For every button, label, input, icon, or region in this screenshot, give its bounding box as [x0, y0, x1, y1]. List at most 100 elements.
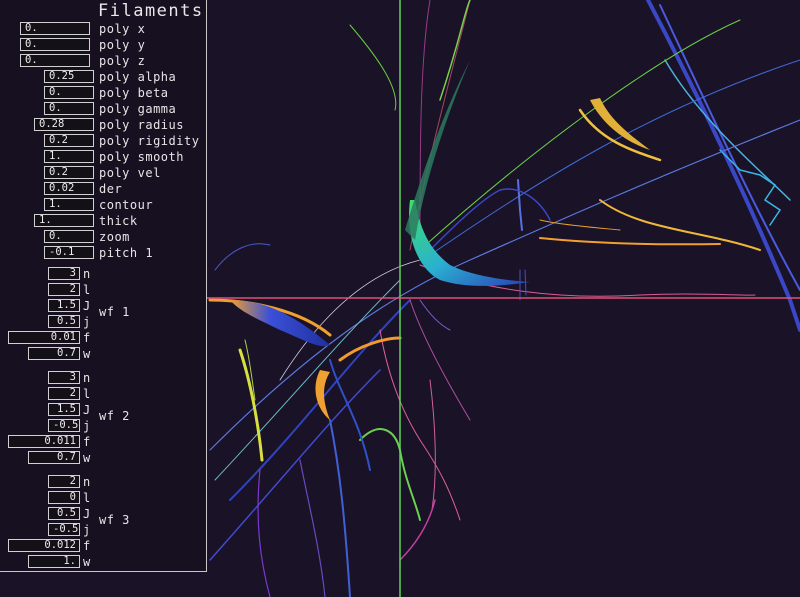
param-label: poly alpha	[99, 70, 177, 84]
wf1-param-j: 0.5 j	[0, 314, 100, 330]
param-label: j	[83, 315, 91, 329]
param-value-field[interactable]: 0.02	[44, 182, 94, 195]
wf1-param-f: 0.01 f	[0, 330, 100, 346]
wf3-param-w: 1. w	[0, 554, 100, 570]
param-label: n	[83, 267, 91, 281]
param-label: poly y	[99, 38, 146, 52]
wf2-param-w: 0.7 w	[0, 450, 100, 466]
wf2-param-j: -0.5 j	[0, 418, 100, 434]
param-label: pitch 1	[99, 246, 154, 260]
param-value-field[interactable]: 0.25	[44, 70, 94, 83]
param-value-field[interactable]: -0.1	[44, 246, 94, 259]
param-value-field[interactable]: 2	[48, 387, 80, 400]
group-label-wf3: wf 3	[99, 513, 130, 527]
param-label: l	[83, 283, 91, 297]
param-row-poly-radius: 0.28 poly radius	[0, 117, 205, 133]
param-value-field[interactable]: 0.	[20, 38, 90, 51]
param-value-field[interactable]: 1.	[44, 198, 94, 211]
param-value-field[interactable]: 2	[48, 475, 80, 488]
param-value-field[interactable]: 0.7	[28, 451, 80, 464]
param-value-field[interactable]: 1.5	[48, 299, 80, 312]
param-row-poly-smooth: 1. poly smooth	[0, 149, 205, 165]
wf2-param-J: 1.5 J	[0, 402, 100, 418]
wf3-param-f: 0.012 f	[0, 538, 100, 554]
param-label: poly x	[99, 22, 146, 36]
param-value-field[interactable]: 1.5	[48, 403, 80, 416]
param-value-field[interactable]: 0.012	[8, 539, 80, 552]
param-value-field[interactable]: 0.5	[48, 315, 80, 328]
param-row-poly-beta: 0. poly beta	[0, 85, 205, 101]
param-value-field[interactable]: -0.5	[48, 523, 80, 536]
param-value-field[interactable]: 0.011	[8, 435, 80, 448]
param-value-field[interactable]: 0.5	[48, 507, 80, 520]
param-label: j	[83, 419, 91, 433]
param-value-field[interactable]: 2	[48, 283, 80, 296]
param-value-field[interactable]: 0.	[44, 102, 94, 115]
wf2-param-l: 2l	[0, 386, 100, 402]
param-label: poly beta	[99, 86, 169, 100]
wf3-param-J: 0.5 J	[0, 506, 100, 522]
param-label: contour	[99, 198, 154, 212]
panel-title: Filaments	[98, 1, 204, 21]
param-value-field[interactable]: 1.	[34, 214, 94, 227]
param-label: J	[83, 299, 91, 313]
param-label: thick	[99, 214, 138, 228]
param-label: J	[83, 403, 91, 417]
param-label: der	[99, 182, 123, 196]
param-label: l	[83, 491, 91, 505]
wf3-param-j: -0.5 j	[0, 522, 100, 538]
param-value-field[interactable]: -0.5	[48, 419, 80, 432]
param-row-poly-y: 0. poly y	[0, 37, 205, 53]
param-row-pitch-1: -0.1 pitch 1	[0, 245, 205, 261]
param-row-poly-rigidity: 0.2 poly rigidity	[0, 133, 205, 149]
param-value-field[interactable]: 1.	[44, 150, 94, 163]
param-row-thick: 1. thick	[0, 213, 205, 229]
param-value-field[interactable]: 0.	[20, 22, 90, 35]
param-row-poly-vel: 0.2 poly vel	[0, 165, 205, 181]
filaments-control-panel: Filaments 0. poly x 0. poly y 0. poly z 0.25 po…	[0, 0, 207, 572]
param-label: f	[83, 435, 91, 449]
param-label: poly rigidity	[99, 134, 200, 148]
param-label: j	[83, 523, 91, 537]
param-value-field[interactable]: 0.	[44, 86, 94, 99]
param-label: poly vel	[99, 166, 161, 180]
param-label: w	[83, 555, 91, 569]
param-row-poly-x: 0. poly x	[0, 21, 205, 37]
param-row-contour: 1. contour	[0, 197, 205, 213]
param-value-field[interactable]: 3	[48, 371, 80, 384]
param-row-poly-alpha: 0.25 poly alpha	[0, 69, 205, 85]
wf1-param-l: 2l	[0, 282, 100, 298]
param-label: poly radius	[99, 118, 184, 132]
param-label: J	[83, 507, 91, 521]
param-value-field[interactable]: 0	[48, 491, 80, 504]
wf2-param-n: 3n	[0, 370, 100, 386]
param-label: n	[83, 371, 91, 385]
param-label: poly gamma	[99, 102, 177, 116]
param-value-field[interactable]: 0.01	[8, 331, 80, 344]
group-label-wf1: wf 1	[99, 305, 130, 319]
param-row-poly-z: 0. poly z	[0, 53, 205, 69]
param-value-field[interactable]: 0.2	[44, 134, 94, 147]
param-value-field[interactable]: 3	[48, 267, 80, 280]
param-value-field[interactable]: 0.2	[44, 166, 94, 179]
param-value-field[interactable]: 0.7	[28, 347, 80, 360]
wf3-param-n: 2n	[0, 474, 100, 490]
param-label: w	[83, 347, 91, 361]
param-label: zoom	[99, 230, 130, 244]
param-value-field[interactable]: 0.	[20, 54, 90, 67]
param-value-field[interactable]: 0.28	[34, 118, 94, 131]
wf1-param-n: 3n	[0, 266, 100, 282]
param-label: f	[83, 331, 91, 345]
wf3-param-l: 0l	[0, 490, 100, 506]
wf1-param-J: 1.5 J	[0, 298, 100, 314]
wf2-param-f: 0.011 f	[0, 434, 100, 450]
param-label: poly smooth	[99, 150, 184, 164]
param-row-poly-gamma: 0. poly gamma	[0, 101, 205, 117]
param-label: n	[83, 475, 91, 489]
param-value-field[interactable]: 1.	[28, 555, 80, 568]
param-label: f	[83, 539, 91, 553]
param-label: l	[83, 387, 91, 401]
param-label: w	[83, 451, 91, 465]
group-label-wf2: wf 2	[99, 409, 130, 423]
param-value-field[interactable]: 0.	[44, 230, 94, 243]
